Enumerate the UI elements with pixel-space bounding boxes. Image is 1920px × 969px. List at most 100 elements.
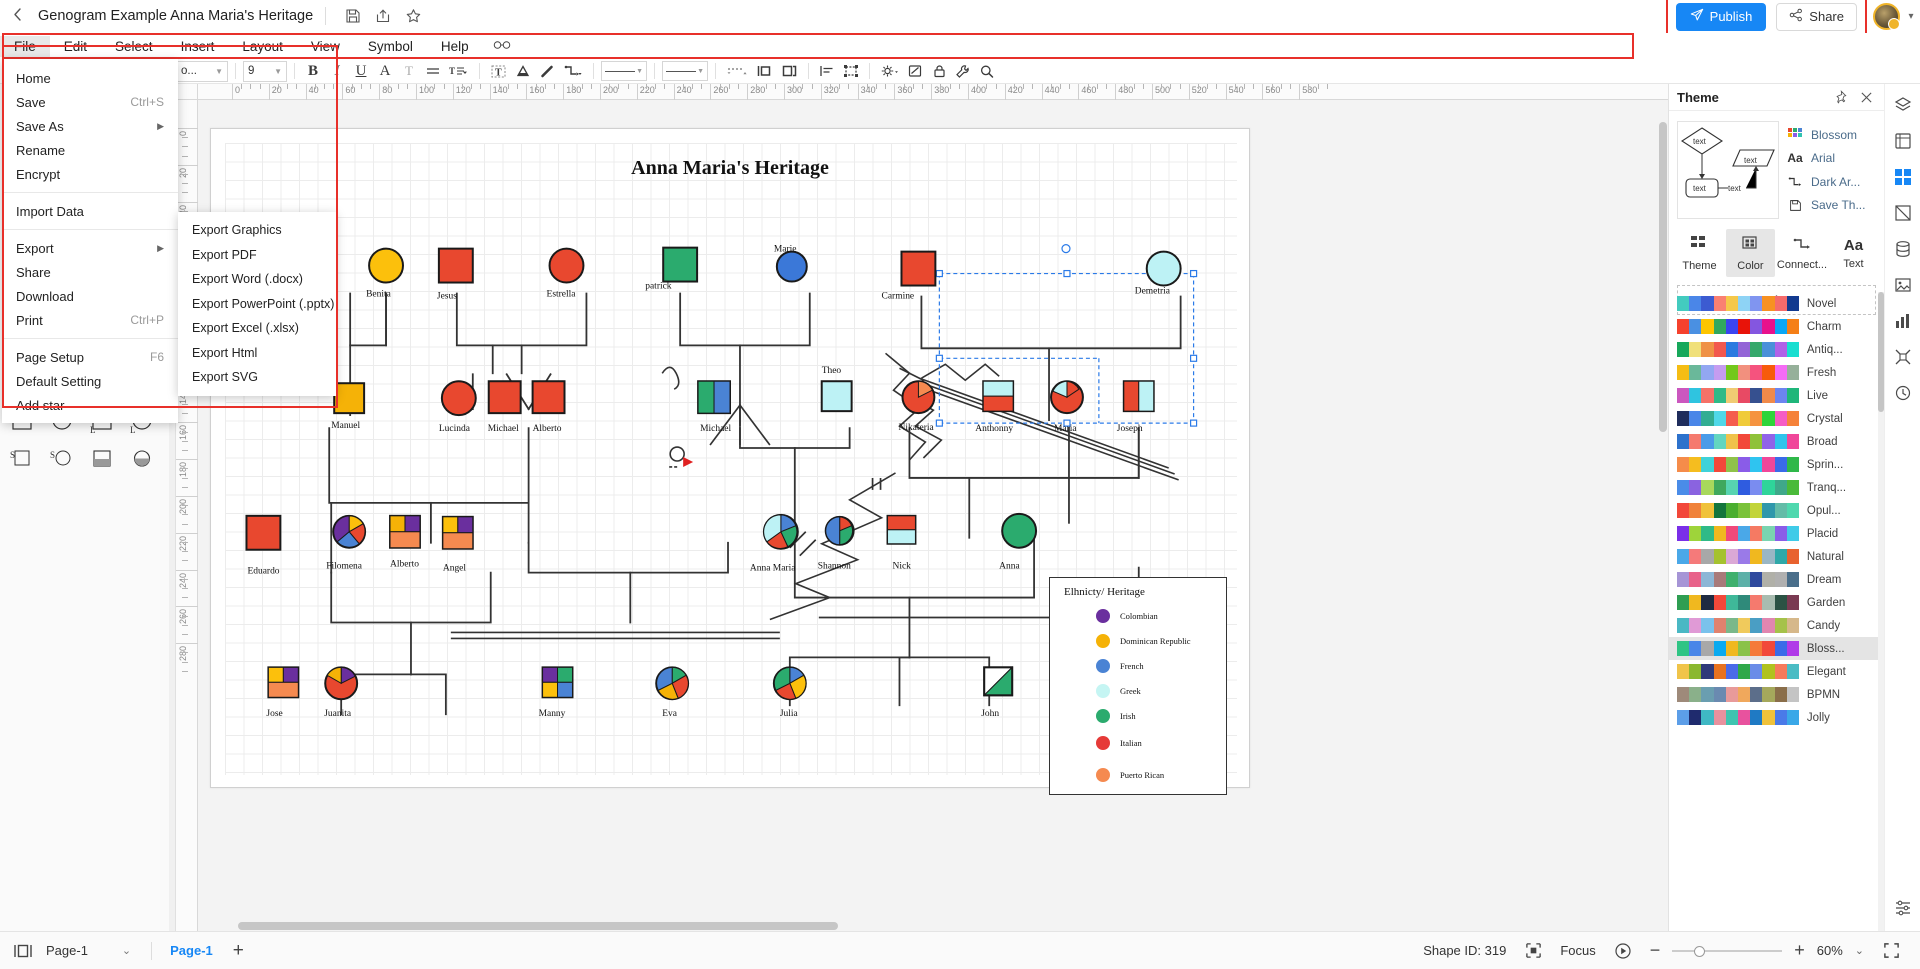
theme-preview[interactable]: text text text text [1677, 121, 1779, 219]
palette-item[interactable]: Elegant [1669, 660, 1884, 683]
file-menu-dropdown[interactable]: Home Save Ctrl+S Save As ▶ Rename Encrypt Impor… [2, 59, 178, 423]
zoom-out-button[interactable]: − [1650, 940, 1661, 961]
file-menu-item-encrypt[interactable]: Encrypt [2, 162, 178, 186]
share-button[interactable]: Share [1776, 2, 1857, 31]
palette-list[interactable]: Novel Charm Antiq... Fresh Live Crystal Broad S… [1669, 292, 1884, 931]
tab-connector[interactable]: Connect... [1777, 229, 1827, 277]
image-icon[interactable] [1890, 272, 1916, 298]
search-icon[interactable] [976, 60, 998, 82]
palette-item[interactable]: Dream [1669, 568, 1884, 591]
fullscreen-icon[interactable] [1876, 938, 1906, 964]
legend-box[interactable]: Elhnicty/ Heritage Colombian Dominican R… [1049, 577, 1227, 795]
layers-icon[interactable] [1890, 92, 1916, 118]
export-submenu[interactable]: Export Graphics Export PDF Export Word (.d… [178, 212, 336, 396]
chevron-down-icon[interactable]: ▾ [1902, 11, 1920, 22]
export-share-icon[interactable] [368, 3, 398, 29]
export-menu-item-export-graphics[interactable]: Export Graphics [178, 218, 336, 243]
align-left-object-icon[interactable] [753, 60, 776, 82]
focus-frame-icon[interactable] [1518, 938, 1548, 964]
lock-icon[interactable] [928, 60, 950, 82]
palette-item[interactable]: Tranq... [1669, 476, 1884, 499]
theme-prop-font[interactable]: Aa Arial [1787, 147, 1876, 169]
crop-icon[interactable] [1890, 344, 1916, 370]
export-menu-item-export-html[interactable]: Export Html [178, 341, 336, 366]
fill-color-icon[interactable] [512, 60, 534, 82]
palette-item[interactable]: Broad [1669, 430, 1884, 453]
tools-icon[interactable] [952, 60, 974, 82]
focus-label[interactable]: Focus [1560, 943, 1595, 958]
star-icon[interactable] [398, 3, 428, 29]
file-menu-item-save-as[interactable]: Save As ▶ [2, 114, 178, 138]
palette-item[interactable]: Jolly [1669, 706, 1884, 729]
effects-icon[interactable] [877, 60, 902, 82]
clear-format-icon[interactable]: T [398, 60, 420, 82]
frame-icon[interactable] [1890, 128, 1916, 154]
palette-item[interactable]: BPMN [1669, 683, 1884, 706]
tab-text[interactable]: Aa Text [1829, 229, 1878, 277]
palette-item[interactable]: Antiq... [1669, 338, 1884, 361]
font-color-icon[interactable]: A [374, 60, 396, 82]
save-icon[interactable] [338, 3, 368, 29]
symbol-square-half-fill[interactable] [82, 439, 122, 478]
symbol-circle-half-fill[interactable] [122, 439, 162, 478]
shapes-icon[interactable] [1890, 200, 1916, 226]
publish-button[interactable]: Publish [1675, 2, 1767, 31]
tab-theme[interactable]: Theme [1675, 229, 1724, 277]
file-menu-item-default-setting[interactable]: Default Setting [2, 369, 178, 393]
menu-item-layout[interactable]: Layout [228, 36, 297, 57]
symbol-square-label-s[interactable]: S [2, 439, 42, 478]
export-menu-item-export-pdf[interactable]: Export PDF [178, 243, 336, 268]
menu-item-insert[interactable]: Insert [167, 36, 229, 57]
palette-item[interactable]: Sprin... [1669, 453, 1884, 476]
file-menu-item-add-star[interactable]: Add star [2, 393, 178, 417]
canvas-vertical-scrollbar[interactable] [1658, 100, 1668, 921]
italic-icon[interactable]: I [326, 60, 348, 82]
page-panel-icon[interactable] [8, 938, 38, 964]
zoom-in-button[interactable]: + [1794, 940, 1805, 961]
palette-item[interactable]: Opul... [1669, 499, 1884, 522]
settings-icon[interactable] [1890, 895, 1916, 921]
file-menu-item-save[interactable]: Save Ctrl+S [2, 90, 178, 114]
add-page-button[interactable]: + [219, 940, 258, 962]
group-icon[interactable] [840, 60, 862, 82]
glasses-icon[interactable] [483, 36, 521, 57]
file-menu-item-import-data[interactable]: Import Data [2, 199, 178, 223]
menu-item-edit[interactable]: Edit [50, 36, 101, 57]
play-icon[interactable] [1608, 938, 1638, 964]
back-icon[interactable] [0, 7, 34, 26]
dashes-icon[interactable] [723, 60, 751, 82]
export-menu-item-export-powerpoint-pptx-[interactable]: Export PowerPoint (.pptx) [178, 292, 336, 317]
canvas-page[interactable]: Anna Maria's Heritage Benita Jesus Estre… [210, 128, 1250, 795]
palette-item[interactable]: Placid [1669, 522, 1884, 545]
file-menu-item-rename[interactable]: Rename [2, 138, 178, 162]
underline-icon[interactable]: U [350, 60, 372, 82]
palette-item[interactable]: Bloss... [1669, 637, 1884, 660]
grid-panel-icon[interactable] [1890, 164, 1916, 190]
duplicate-icon[interactable] [778, 60, 801, 82]
palette-item[interactable]: Natural [1669, 545, 1884, 568]
file-menu-item-export[interactable]: Export ▶ [2, 236, 178, 260]
file-menu-item-home[interactable]: Home [2, 66, 178, 90]
export-menu-item-export-word-docx-[interactable]: Export Word (.docx) [178, 267, 336, 292]
menu-item-select[interactable]: Select [101, 36, 167, 57]
line-color-icon[interactable] [536, 60, 558, 82]
chart-icon[interactable] [1890, 308, 1916, 334]
history-icon[interactable] [1890, 380, 1916, 406]
theme-prop-connector[interactable]: Dark Ar... [1787, 171, 1876, 193]
pin-icon[interactable] [1830, 87, 1850, 107]
palette-item[interactable]: Crystal [1669, 407, 1884, 430]
file-menu-item-download[interactable]: Download [2, 284, 178, 308]
palette-item[interactable]: Novel [1669, 292, 1884, 315]
file-menu-item-share[interactable]: Share [2, 260, 178, 284]
symbol-circle-label-s[interactable]: S [42, 439, 82, 478]
line-style-select[interactable]: ▼ [662, 61, 708, 81]
close-icon[interactable] [1856, 87, 1876, 107]
canvas-horizontal-scrollbar[interactable] [198, 921, 1658, 931]
menu-item-file[interactable]: File [0, 35, 50, 57]
zoom-slider[interactable] [1672, 944, 1783, 958]
palette-item[interactable]: Fresh [1669, 361, 1884, 384]
zoom-slider-knob[interactable] [1694, 945, 1706, 957]
export-menu-item-export-excel-xlsx-[interactable]: Export Excel (.xlsx) [178, 316, 336, 341]
distribute-icon[interactable] [816, 60, 838, 82]
database-icon[interactable] [1890, 236, 1916, 262]
